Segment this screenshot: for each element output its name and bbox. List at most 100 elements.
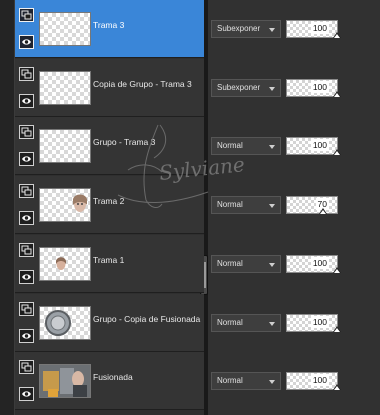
opacity-value: 100 xyxy=(310,256,329,269)
opacity-slider[interactable]: 100 xyxy=(286,137,341,156)
layer-thumbnail[interactable] xyxy=(39,246,91,281)
blend-mode-value: Subexponer xyxy=(217,24,261,33)
thumbnail-image xyxy=(73,194,87,213)
opacity-marker-icon[interactable] xyxy=(333,266,341,273)
layer-row[interactable]: Copia de Grupo - Trama 3 xyxy=(15,58,204,117)
blend-mode-dropdown[interactable]: Normal xyxy=(211,254,281,273)
layer-row[interactable]: Trama 2 xyxy=(15,176,204,235)
layer-type-button[interactable] xyxy=(19,66,34,81)
eye-visibility-icon xyxy=(22,274,31,280)
layer-thumbnail[interactable] xyxy=(39,129,91,164)
opacity-marker-icon[interactable] xyxy=(333,325,341,332)
opacity-marker-icon[interactable] xyxy=(333,90,341,97)
layer-type-button[interactable] xyxy=(19,184,34,199)
layer-tools xyxy=(17,59,37,117)
opacity-value: 100 xyxy=(310,139,329,152)
layer-name: Copia de Grupo - Trama 3 xyxy=(93,78,192,89)
layer-type-icon xyxy=(21,127,32,137)
layer-name: Trama 1 xyxy=(93,254,125,265)
layer-type-button[interactable] xyxy=(19,242,34,257)
eye-visibility-icon xyxy=(22,98,31,104)
opacity-value: 100 xyxy=(310,22,329,34)
opacity-slider[interactable]: 70 xyxy=(286,196,338,215)
layer-thumbnail[interactable] xyxy=(39,364,91,399)
blend-mode-dropdown[interactable]: Subexponer xyxy=(211,78,281,97)
blend-mode-dropdown[interactable]: Subexponer xyxy=(211,20,281,38)
opacity-marker-icon[interactable] xyxy=(318,208,327,215)
opacity-marker-icon[interactable] xyxy=(333,32,341,38)
chevron-down-icon xyxy=(269,321,275,326)
opacity-slider[interactable]: 100 xyxy=(286,372,341,391)
eye-visibility-icon xyxy=(22,332,31,339)
opacity-marker-icon[interactable] xyxy=(333,149,341,156)
visibility-toggle[interactable] xyxy=(19,35,34,49)
blend-mode-dropdown[interactable]: Normal xyxy=(211,137,281,156)
layer-type-button[interactable] xyxy=(19,8,34,22)
blend-mode-value: Normal xyxy=(217,258,243,268)
layer-type-button[interactable] xyxy=(19,301,34,316)
layer-tools xyxy=(17,0,37,58)
layer-tools xyxy=(17,176,37,234)
layer-tools xyxy=(17,235,37,293)
opacity-value: 100 xyxy=(310,80,329,93)
layer-type-icon xyxy=(21,362,32,372)
layer-row[interactable]: Grupo - Trama 3 xyxy=(15,117,204,176)
layer-row[interactable]: Trama 3 xyxy=(15,0,204,58)
layer-type-button[interactable] xyxy=(19,360,34,375)
thumbnail-image xyxy=(56,257,66,270)
layer-type-button[interactable] xyxy=(19,125,34,140)
opacity-value: 100 xyxy=(310,374,329,387)
chevron-down-icon xyxy=(269,204,275,209)
layer-tools xyxy=(17,352,37,410)
layer-type-icon xyxy=(21,186,32,196)
layer-type-icon xyxy=(21,69,32,79)
blend-mode-value: Normal xyxy=(217,376,243,386)
layer-name: Fusionada xyxy=(93,372,133,383)
blend-mode-dropdown[interactable]: Normal xyxy=(211,196,281,215)
visibility-toggle[interactable] xyxy=(19,269,34,284)
layer-thumbnail[interactable] xyxy=(39,12,91,46)
layer-row[interactable]: Grupo - Copia de Fusionada xyxy=(15,293,204,352)
chevron-down-icon xyxy=(269,262,275,267)
opacity-marker-icon[interactable] xyxy=(333,384,341,391)
eye-visibility-icon xyxy=(22,39,31,45)
blend-mode-value: Normal xyxy=(217,141,243,151)
blend-mode-value: Normal xyxy=(217,317,243,327)
opacity-slider[interactable]: 100 xyxy=(286,20,341,38)
opacity-slider[interactable]: 100 xyxy=(286,254,341,273)
layers-panel: Trama 3 Subexponer 100 Copia de Grupo - Tra… xyxy=(0,0,380,415)
visibility-toggle[interactable] xyxy=(19,387,34,402)
blend-mode-value: Normal xyxy=(217,200,243,210)
chevron-down-icon xyxy=(269,86,275,91)
layer-row[interactable]: Trama 1 xyxy=(15,234,204,293)
layer-thumbnail[interactable] xyxy=(39,305,91,340)
eye-visibility-icon xyxy=(22,391,31,397)
layer-tools xyxy=(17,294,37,352)
thumbnail-image xyxy=(45,309,71,336)
layer-row[interactable]: Fusionada xyxy=(15,352,204,411)
eye-visibility-icon xyxy=(22,156,31,163)
opacity-slider[interactable]: 100 xyxy=(286,78,341,97)
chevron-down-icon xyxy=(269,380,275,385)
visibility-toggle[interactable] xyxy=(19,328,34,343)
layer-thumbnail[interactable] xyxy=(39,188,91,223)
panel-splitter[interactable] xyxy=(204,0,208,415)
opacity-value: 100 xyxy=(310,315,329,328)
blend-mode-dropdown[interactable]: Normal xyxy=(211,372,281,391)
layer-type-icon xyxy=(21,245,32,255)
blend-mode-dropdown[interactable]: Normal xyxy=(211,313,281,332)
visibility-toggle[interactable] xyxy=(19,152,34,167)
blend-mode-value: Subexponer xyxy=(217,82,261,92)
eye-visibility-icon xyxy=(22,215,31,221)
thumbnail-image xyxy=(40,365,90,398)
visibility-toggle[interactable] xyxy=(19,93,34,108)
layer-type-icon xyxy=(21,10,32,20)
layer-name: Trama 2 xyxy=(93,196,125,207)
layer-tools xyxy=(17,117,37,175)
layer-thumbnail[interactable] xyxy=(39,70,91,105)
layer-name: Trama 3 xyxy=(93,20,125,30)
visibility-toggle[interactable] xyxy=(19,211,34,226)
chevron-down-icon xyxy=(269,145,275,150)
opacity-slider[interactable]: 100 xyxy=(286,313,341,332)
chevron-down-icon xyxy=(269,28,275,32)
